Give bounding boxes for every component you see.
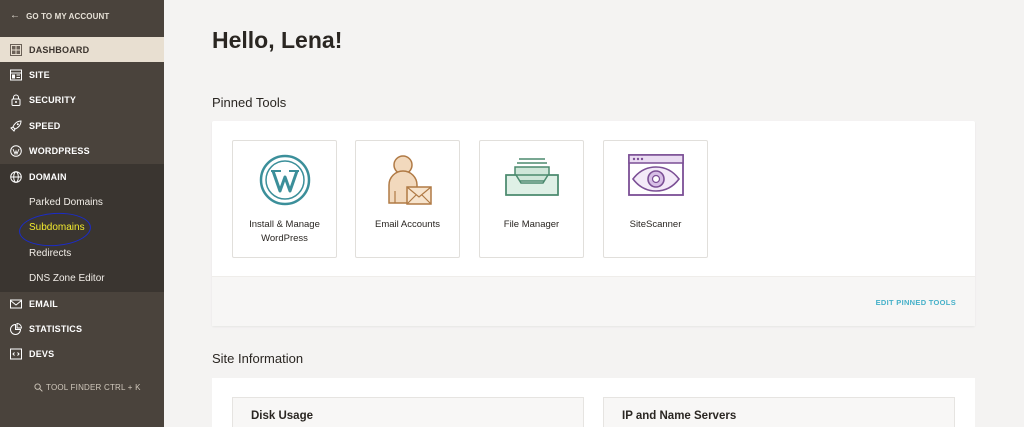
tool-email-accounts[interactable]: Email Accounts — [355, 140, 460, 258]
tool-finder-label: TOOL FINDER CTRL + K — [46, 383, 141, 392]
sub-item-parked-domains[interactable]: Parked Domains — [29, 194, 103, 210]
code-icon — [10, 348, 22, 360]
edit-pinned-tools-link[interactable]: EDIT PINNED TOOLS — [876, 298, 956, 307]
pinned-tools-footer: EDIT PINNED TOOLS — [212, 276, 975, 326]
search-icon — [34, 383, 43, 392]
nav-item-label: SPEED — [29, 120, 61, 131]
arrow-left-icon: ← — [10, 10, 21, 21]
go-to-my-account-label: GO TO MY ACCOUNT — [26, 11, 110, 21]
envelope-icon — [10, 298, 22, 310]
tool-label: File Manager — [503, 219, 560, 230]
tool-file-manager[interactable]: File Manager — [479, 140, 584, 258]
nav-item-email[interactable]: EMAIL — [0, 291, 164, 316]
dashboard-icon — [10, 43, 22, 56]
sub-item-redirects[interactable]: Redirects — [29, 245, 71, 261]
pinned-tools-heading: Pinned Tools — [212, 95, 287, 110]
nav-item-wordpress[interactable]: WORDPRESS — [0, 138, 164, 163]
wordpress-logo-icon — [233, 153, 336, 207]
tool-label: SiteScanner — [629, 219, 682, 230]
nav-item-security[interactable]: SECURITY — [0, 87, 164, 112]
tool-finder-button[interactable]: TOOL FINDER CTRL + K — [34, 383, 141, 392]
site-information-card: Disk Usage IP and Name Servers — [212, 378, 975, 427]
site-icon — [10, 69, 22, 81]
user-envelope-icon — [356, 153, 459, 207]
rocket-icon — [10, 119, 22, 132]
nav-item-label: DEVS — [29, 348, 55, 359]
ip-name-servers-title: IP and Name Servers — [622, 410, 737, 422]
wordpress-icon — [10, 144, 22, 157]
tool-install-manage-wordpress[interactable]: Install & Manage WordPress — [232, 140, 337, 258]
nav-item-label: DASHBOARD — [29, 44, 90, 55]
nav-item-statistics[interactable]: STATISTICS — [0, 316, 164, 341]
nav-item-label: STATISTICS — [29, 323, 83, 334]
pinned-tools-card: Install & Manage WordPress Email Account… — [212, 121, 975, 326]
nav-item-dashboard[interactable]: DASHBOARD — [0, 37, 164, 62]
tool-label: Email Accounts — [375, 219, 440, 230]
greeting-heading: Hello, Lena! — [212, 27, 343, 53]
go-to-my-account-link[interactable]: ← GO TO MY ACCOUNT — [10, 9, 109, 23]
nav-item-label: SITE — [29, 69, 50, 80]
nav-item-domain[interactable]: DOMAIN — [0, 164, 164, 189]
nav-item-label: EMAIL — [29, 298, 58, 309]
file-tray-icon — [480, 153, 583, 207]
pie-chart-icon — [10, 322, 22, 335]
nav-item-label: SECURITY — [29, 94, 77, 105]
nav-item-speed[interactable]: SPEED — [0, 113, 164, 138]
site-information-heading: Site Information — [212, 351, 304, 366]
nav-item-site[interactable]: SITE — [0, 62, 164, 87]
globe-icon — [10, 170, 22, 183]
disk-usage-box: Disk Usage — [232, 397, 584, 427]
sidebar: ← GO TO MY ACCOUNT DASHBOARD SITE SECURI… — [0, 0, 164, 427]
sub-item-dns-zone-editor[interactable]: DNS Zone Editor — [29, 270, 105, 286]
nav-item-devs[interactable]: DEVS — [0, 341, 164, 366]
ip-name-servers-box: IP and Name Servers — [603, 397, 955, 427]
nav-item-label: DOMAIN — [29, 171, 67, 182]
disk-usage-title: Disk Usage — [251, 410, 314, 422]
tool-sitescanner[interactable]: SiteScanner — [603, 140, 708, 258]
tool-label: Install & Manage WordPress — [249, 219, 320, 244]
sub-item-subdomains[interactable]: Subdomains — [29, 219, 85, 235]
lock-icon — [10, 94, 22, 106]
nav-item-label: WORDPRESS — [29, 145, 90, 156]
browser-eye-icon — [604, 153, 707, 207]
